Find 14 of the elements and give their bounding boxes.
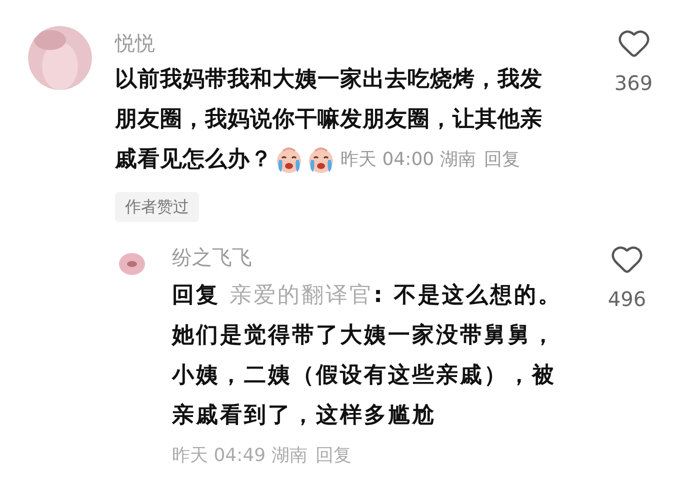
comment-text-line: 戚看见怎么办？ (115, 146, 272, 174)
reply-link[interactable]: 回复 (315, 442, 352, 469)
comment-text-line: 朋友圈，我妈说你干嘛发朋友圈，让其他亲 (115, 106, 542, 134)
comment-text-line: 以前我妈带我和大姨一家出去吃烧烤，我发 (115, 66, 542, 94)
comment-meta: 昨天 04:00 湖南 (340, 148, 476, 172)
username[interactable]: 纷之飞飞 (172, 242, 592, 272)
like-count: 369 (614, 70, 653, 97)
comment-meta: 昨天 04:49 湖南 (172, 444, 308, 468)
like-count: 496 (608, 286, 646, 313)
reply-text: 回复 亲爱的翻译官: 不是这么想的。她们是觉得带了大姨一家没带舅舅，小姨，二姨（假设有这些亲戚），被亲戚看到了，这样多尴尬 (172, 283, 562, 428)
author-liked-badge: 作者赞过 (115, 192, 199, 222)
username[interactable]: 悦悦 (115, 28, 605, 58)
avatar[interactable] (118, 250, 146, 278)
reply-link[interactable]: 回复 (484, 140, 520, 180)
